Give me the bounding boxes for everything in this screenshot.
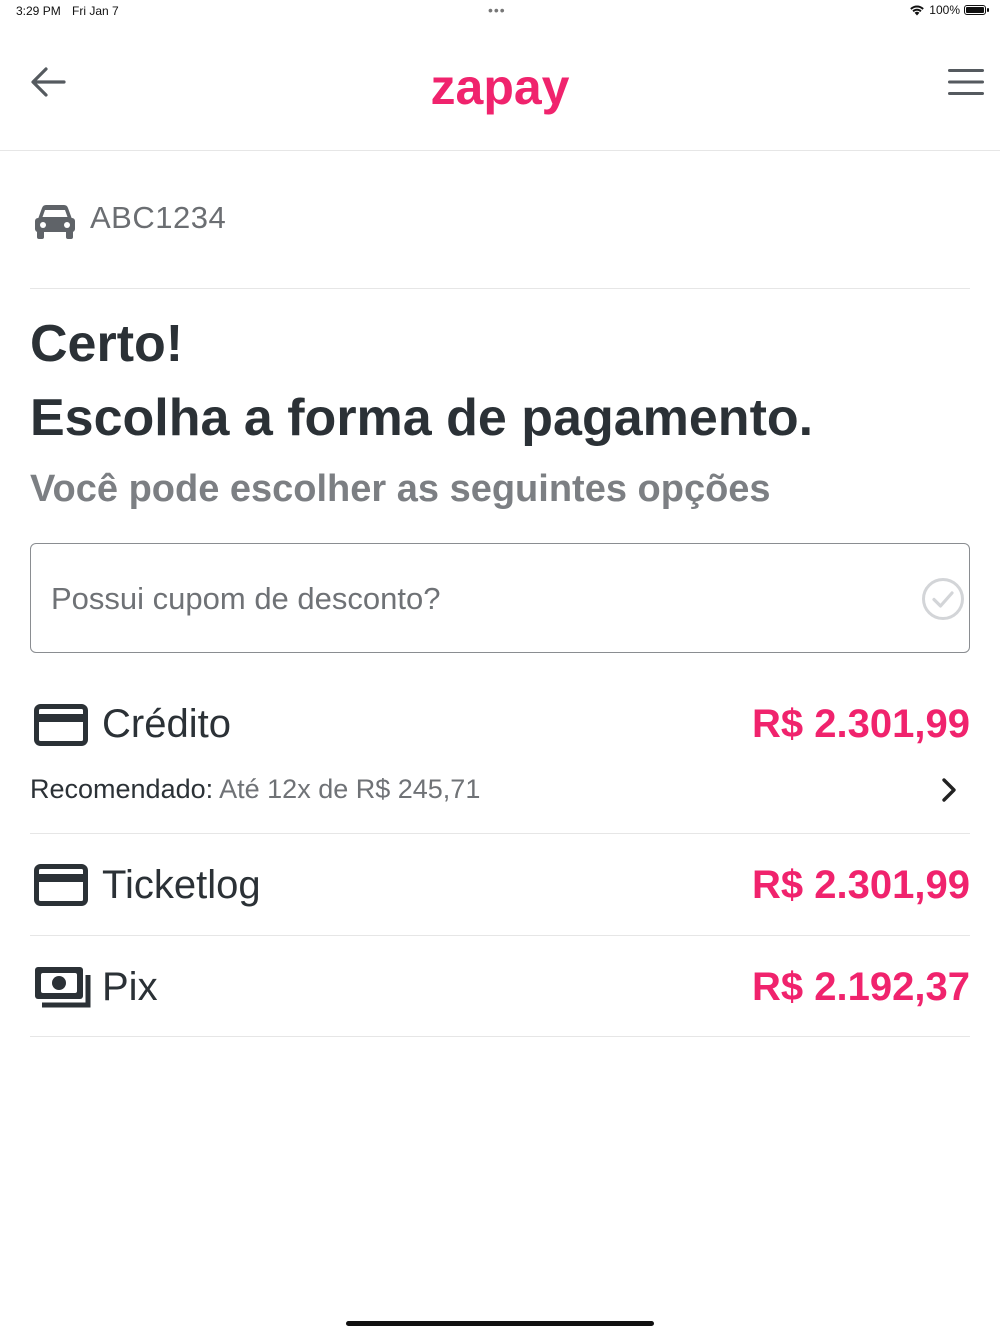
status-indicators: 100% xyxy=(909,3,989,17)
menu-button[interactable] xyxy=(944,60,988,104)
payment-option-price: R$ 2.192,37 xyxy=(752,965,970,1009)
coupon-field xyxy=(30,543,970,654)
page-title-line1: Certo! xyxy=(30,315,184,373)
app-header: zapay xyxy=(0,40,1000,151)
installment-recommendation: Recomendado: Até 12x de R$ 245,71 xyxy=(30,774,480,805)
payment-option-ticketlog[interactable]: Ticketlog R$ 2.301,99 xyxy=(30,834,970,936)
chevron-right-icon[interactable] xyxy=(940,776,958,804)
recommend-value: Até 12x de R$ 245,71 xyxy=(219,774,481,804)
check-circle-icon xyxy=(922,578,964,620)
vehicle-plate: ABC1234 xyxy=(90,200,227,235)
page-subtitle: Você pode escolher as seguintes opções xyxy=(30,468,771,510)
status-time-date: 3:29 PM Fri Jan 7 xyxy=(16,4,119,18)
payment-option-label: Ticketlog xyxy=(102,863,261,907)
coupon-apply-button[interactable] xyxy=(921,577,965,626)
battery-icon xyxy=(964,5,989,15)
battery-level xyxy=(966,7,984,13)
hamburger-menu-icon xyxy=(948,69,984,95)
battery-percent: 100% xyxy=(929,3,960,17)
vehicle-plate-row: ABC1234 xyxy=(30,198,970,289)
payment-option-label: Pix xyxy=(102,965,158,1009)
recommend-label: Recomendado: xyxy=(30,774,214,804)
payment-option-price: R$ 2.301,99 xyxy=(752,702,970,746)
payment-option-price: R$ 2.301,99 xyxy=(752,863,970,907)
status-time: 3:29 PM xyxy=(16,4,61,18)
payment-option-label: Crédito xyxy=(102,702,231,746)
coupon-input[interactable] xyxy=(49,544,913,654)
credit-card-icon xyxy=(34,864,88,906)
wifi-icon xyxy=(910,5,925,16)
zapay-logo: zapay xyxy=(430,59,570,115)
multitasking-dots[interactable]: ••• xyxy=(488,2,506,18)
status-date: Fri Jan 7 xyxy=(72,4,119,18)
credit-card-icon xyxy=(34,704,88,746)
status-bar: 3:29 PM Fri Jan 7 ••• 100% xyxy=(0,0,1000,24)
page-title-line2: Escolha a forma de pagamento. xyxy=(30,389,814,447)
payment-option-credito[interactable]: Crédito R$ 2.301,99 Recomendado: Até 12x… xyxy=(30,688,970,834)
cash-icon xyxy=(35,967,91,1008)
home-indicator[interactable] xyxy=(346,1321,654,1326)
payment-option-pix[interactable]: Pix R$ 2.192,37 xyxy=(30,936,970,1037)
car-icon xyxy=(35,205,75,239)
